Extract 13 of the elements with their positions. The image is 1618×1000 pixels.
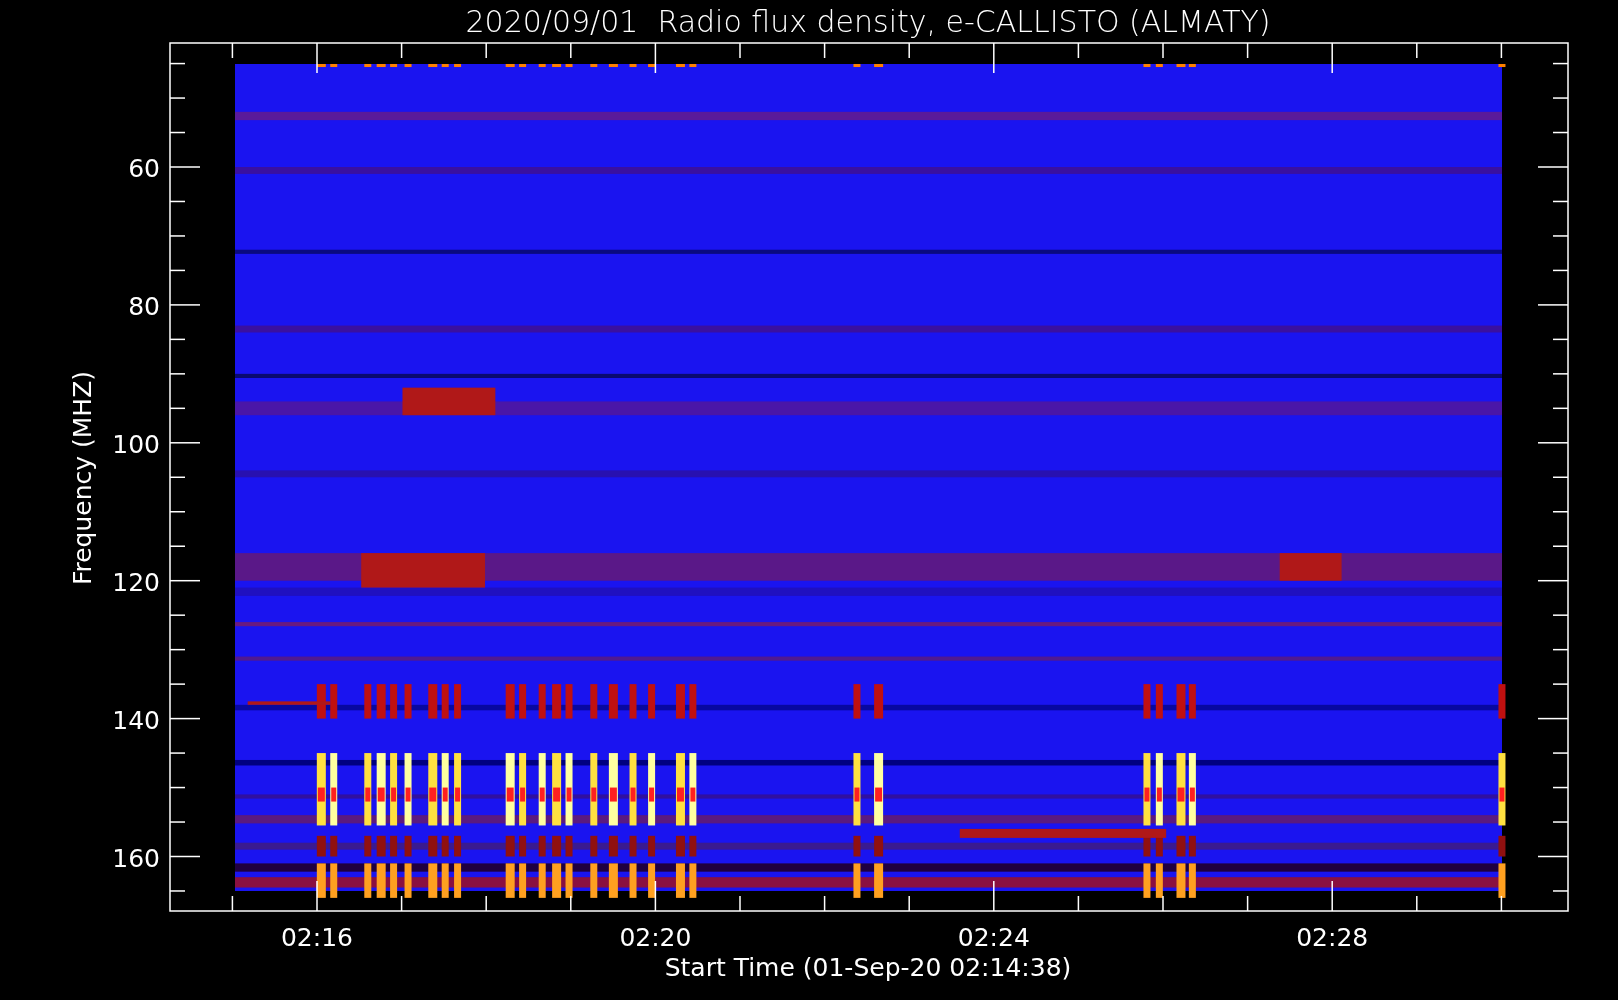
y-tick-label: 120 <box>112 567 160 597</box>
chart-title: 2020/09/01 Radio flux density, e-CALLISTO (ALMATY) <box>465 4 1271 39</box>
y-tick-label: 60 <box>128 154 160 183</box>
y-tick-label: 140 <box>112 705 160 735</box>
x-tick-label: 02:16 <box>281 923 353 952</box>
x-tick-label: 02:28 <box>1296 923 1369 952</box>
y-tick-label: 80 <box>128 291 160 321</box>
x-axis-label: Start Time (01-Sep-20 02:14:38) <box>664 953 1072 982</box>
y-tick-label: 100 <box>112 429 160 459</box>
y-axis-label: Frequency (MHZ) <box>68 370 97 586</box>
x-tick-label: 02:20 <box>619 923 692 952</box>
x-tick-label: 02:24 <box>957 923 1030 952</box>
y-tick-label: 160 <box>112 843 160 873</box>
